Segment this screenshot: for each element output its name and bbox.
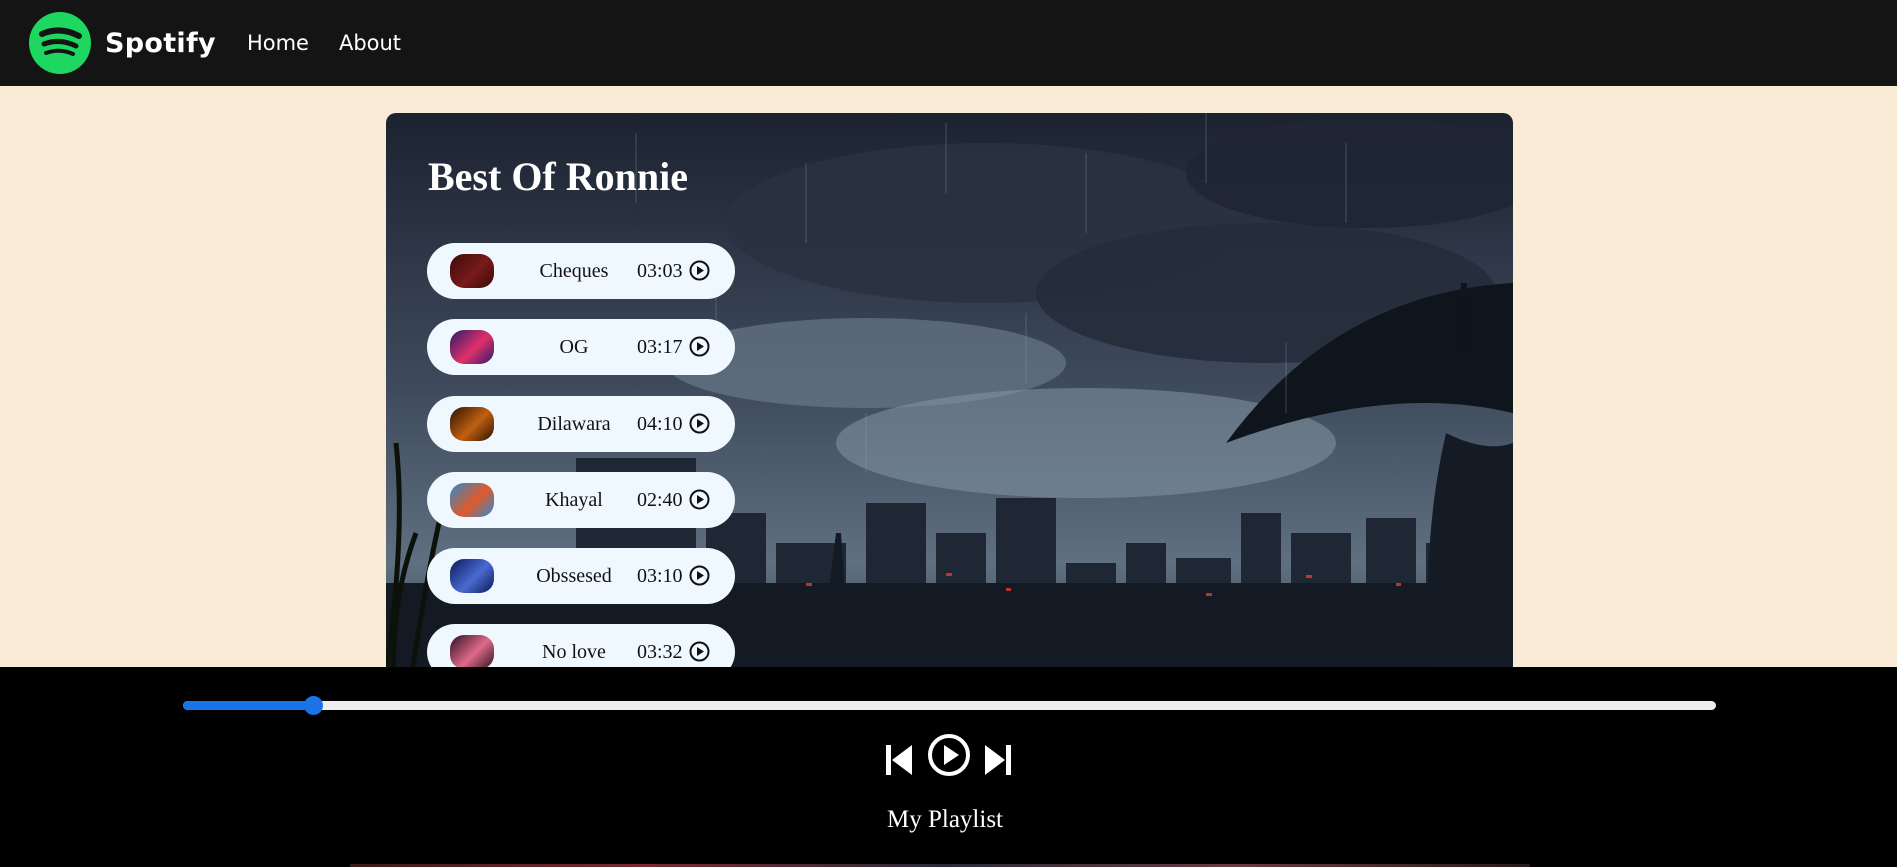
song-name: Cheques	[539, 260, 609, 282]
song-thumbnail	[450, 330, 494, 364]
nav-link-about[interactable]: About	[339, 31, 401, 55]
song-duration: 03:03	[637, 260, 683, 282]
song-name: OG	[559, 336, 589, 358]
song-list: Cheques 03:03 OG 03:17 Dilawara 04:10 Khayal 02…	[427, 243, 735, 700]
nav-link-home[interactable]: Home	[247, 31, 309, 55]
song-item[interactable]: Khayal 02:40	[427, 472, 735, 528]
song-duration: 04:10	[637, 413, 683, 435]
playlist-card: Best Of Ronnie Cheques 03:03 OG 03:17 Dilawa…	[386, 113, 1513, 713]
play-icon[interactable]	[927, 733, 971, 777]
song-name: Khayal	[545, 489, 603, 511]
play-circle-icon[interactable]	[689, 565, 710, 586]
song-thumbnail	[450, 635, 494, 669]
song-duration: 02:40	[637, 489, 683, 511]
progress-slider[interactable]	[183, 696, 1716, 715]
spotify-logo-icon[interactable]	[29, 12, 91, 74]
play-circle-icon[interactable]	[689, 489, 710, 510]
play-circle-icon[interactable]	[689, 336, 710, 357]
play-circle-icon[interactable]	[689, 641, 710, 662]
song-thumbnail	[450, 559, 494, 593]
progress-fill	[183, 701, 314, 710]
play-circle-icon[interactable]	[689, 260, 710, 281]
previous-icon[interactable]	[885, 744, 913, 776]
song-thumbnail	[450, 483, 494, 517]
player-bar: My Playlist	[0, 667, 1897, 867]
brand-name: Spotify	[105, 27, 216, 59]
song-item[interactable]: OG 03:17	[427, 319, 735, 375]
song-thumbnail	[450, 254, 494, 288]
song-duration: 03:17	[637, 336, 683, 358]
top-navbar: Spotify Home About	[0, 0, 1897, 86]
song-item[interactable]: Dilawara 04:10	[427, 396, 735, 452]
play-circle-icon[interactable]	[689, 413, 710, 434]
next-icon[interactable]	[984, 744, 1012, 776]
song-name: Dilawara	[537, 413, 611, 435]
song-name: Obssesed	[536, 565, 612, 587]
progress-knob[interactable]	[304, 696, 324, 715]
playlist-title: Best Of Ronnie	[428, 154, 688, 199]
song-thumbnail	[450, 407, 494, 441]
song-item[interactable]: Obssesed 03:10	[427, 548, 735, 604]
song-duration: 03:10	[637, 565, 683, 587]
playback-controls	[885, 733, 1013, 781]
song-item[interactable]: Cheques 03:03	[427, 243, 735, 299]
now-playing-label: My Playlist	[887, 806, 1003, 833]
